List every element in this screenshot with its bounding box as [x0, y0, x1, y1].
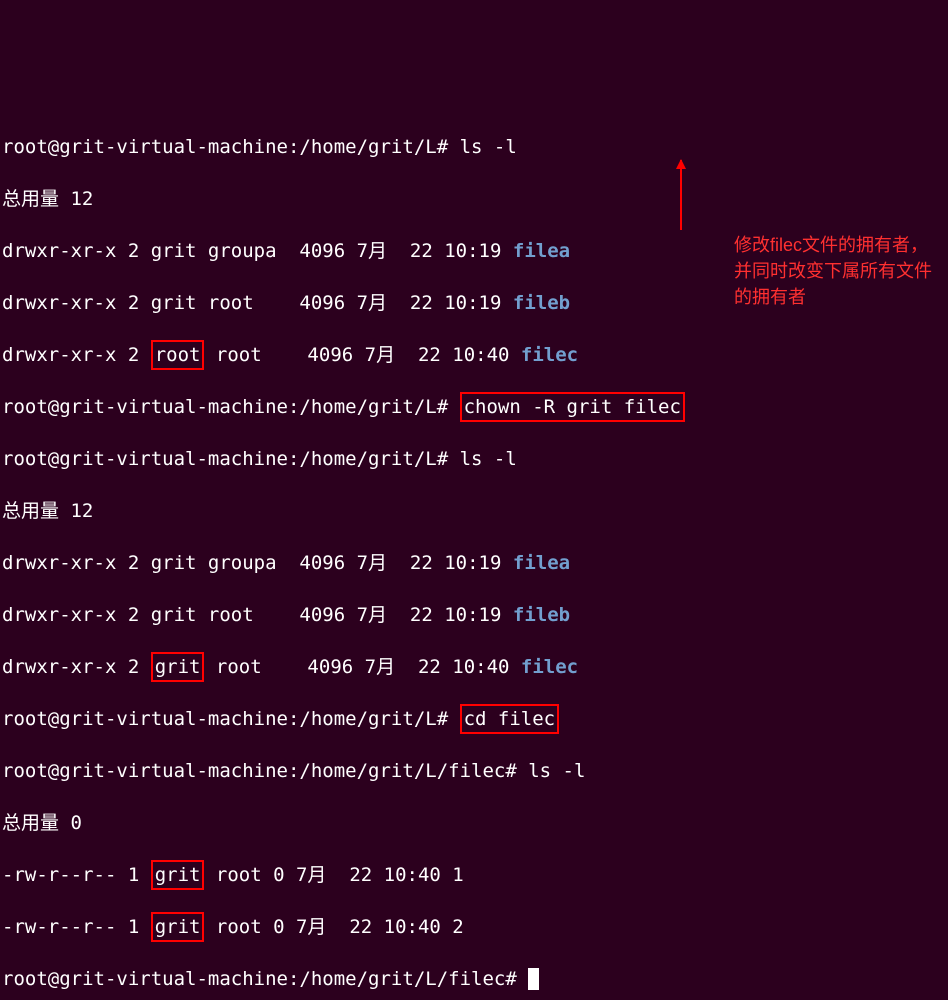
pre: -rw-r--r-- 1: [2, 916, 151, 938]
perm-post: root 4096 7月 22 10:40: [204, 656, 520, 678]
line-file1: -rw-r--r-- 1 grit root 0 7月 22 10:40 1: [2, 862, 946, 888]
prompt-user: root@grit-virtual-machine: [2, 396, 288, 418]
sp: [448, 396, 459, 418]
cmd-cd-box: cd filec: [460, 704, 560, 734]
line-filec-1: drwxr-xr-x 2 root root 4096 7月 22 10:40 …: [2, 342, 946, 368]
prompt-user: root@grit-virtual-machine: [2, 136, 288, 158]
owner-box: grit: [151, 652, 205, 682]
prompt-user: root@grit-virtual-machine: [2, 968, 288, 990]
dir-name: filea: [513, 552, 570, 574]
owner-box: grit: [151, 860, 205, 890]
line-fileb-2: drwxr-xr-x 2 grit root 4096 7月 22 10:19 …: [2, 602, 946, 628]
post: root 0 7月 22 10:40 2: [204, 916, 463, 938]
line-total-3: 总用量 0: [2, 810, 946, 836]
line-prompt-1: root@grit-virtual-machine:/home/grit/L# …: [2, 134, 946, 160]
prompt-path: :/home/grit/L/filec#: [288, 968, 517, 990]
sp: [448, 708, 459, 730]
perm-post: root 4096 7月 22 10:40: [204, 344, 520, 366]
line-filea-2: drwxr-xr-x 2 grit groupa 4096 7月 22 10:1…: [2, 550, 946, 576]
line-file2: -rw-r--r-- 1 grit root 0 7月 22 10:40 2: [2, 914, 946, 940]
dir-name: fileb: [513, 292, 570, 314]
prompt-path: :/home/grit/L#: [288, 448, 448, 470]
annotation-arrow-icon: [680, 160, 682, 230]
dir-name: filec: [521, 656, 578, 678]
cmd-chown-box: chown -R grit filec: [460, 392, 685, 422]
cmd-ls: ls -l: [448, 136, 517, 158]
line-prompt-final[interactable]: root@grit-virtual-machine:/home/grit/L/f…: [2, 966, 946, 992]
perm: drwxr-xr-x 2 grit groupa 4096 7月 22 10:1…: [2, 552, 513, 574]
line-prompt-cd: root@grit-virtual-machine:/home/grit/L# …: [2, 706, 946, 732]
line-total-1: 总用量 12: [2, 186, 946, 212]
prompt-user: root@grit-virtual-machine: [2, 708, 288, 730]
prompt-path: :/home/grit/L#: [288, 396, 448, 418]
cursor-icon: [528, 968, 539, 990]
line-prompt-filec-ls: root@grit-virtual-machine:/home/grit/L/f…: [2, 758, 946, 784]
annotation-text: 修改filec文件的拥有者，并同时改变下属所有文件的拥有者: [734, 232, 934, 310]
post: root 0 7月 22 10:40 1: [204, 864, 463, 886]
owner-box: grit: [151, 912, 205, 942]
perm-pre: drwxr-xr-x 2: [2, 344, 151, 366]
perm: drwxr-xr-x 2 grit groupa 4096 7月 22 10:1…: [2, 240, 513, 262]
dir-name: filea: [513, 240, 570, 262]
pre: -rw-r--r-- 1: [2, 864, 151, 886]
perm: drwxr-xr-x 2 grit root 4096 7月 22 10:19: [2, 292, 513, 314]
prompt-user: root@grit-virtual-machine: [2, 448, 288, 470]
line-filec-2: drwxr-xr-x 2 grit root 4096 7月 22 10:40 …: [2, 654, 946, 680]
dir-name: fileb: [513, 604, 570, 626]
cmd-ls: ls -l: [448, 448, 517, 470]
prompt-path: :/home/grit/L#: [288, 708, 448, 730]
owner-box: root: [151, 340, 205, 370]
prompt-path: :/home/grit/L#: [288, 136, 448, 158]
line-prompt-2: root@grit-virtual-machine:/home/grit/L# …: [2, 446, 946, 472]
line-prompt-chown: root@grit-virtual-machine:/home/grit/L# …: [2, 394, 946, 420]
perm-pre: drwxr-xr-x 2: [2, 656, 151, 678]
line-total-2: 总用量 12: [2, 498, 946, 524]
perm: drwxr-xr-x 2 grit root 4096 7月 22 10:19: [2, 604, 513, 626]
dir-name: filec: [521, 344, 578, 366]
cmd-ls: ls -l: [517, 760, 586, 782]
prompt-path: :/home/grit/L/filec#: [288, 760, 517, 782]
prompt-user: root@grit-virtual-machine: [2, 760, 288, 782]
